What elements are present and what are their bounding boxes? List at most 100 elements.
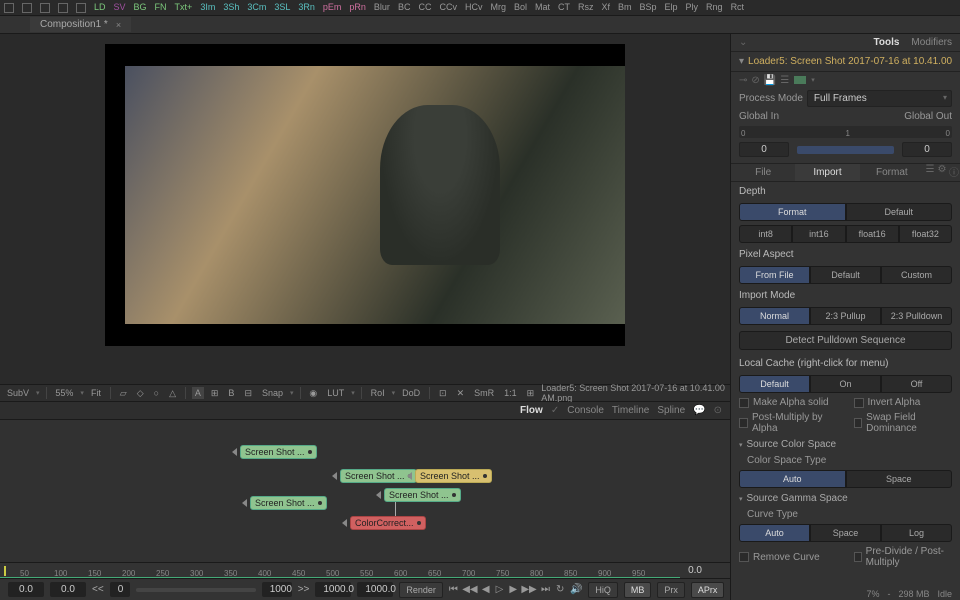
tool-bol[interactable]: Bol xyxy=(514,2,527,12)
pa-custom[interactable]: Custom xyxy=(881,266,952,284)
tool-bg[interactable]: BG xyxy=(134,2,147,12)
node-port[interactable] xyxy=(483,474,487,478)
tool-ply[interactable]: Ply xyxy=(686,2,699,12)
pa-fromfile[interactable]: From File xyxy=(739,266,810,284)
process-mode-select[interactable]: Full Frames xyxy=(807,90,952,107)
remove-curve-check[interactable]: Remove Curve xyxy=(731,544,846,570)
close-icon[interactable]: × xyxy=(116,20,121,30)
out-field[interactable]: 1000.0 xyxy=(315,582,351,597)
ratio-button[interactable]: 1:1 xyxy=(501,387,520,399)
lut-button[interactable]: LUT xyxy=(324,387,347,399)
menu-icon[interactable]: ☰ xyxy=(780,75,789,86)
tool-elp[interactable]: Elp xyxy=(665,2,678,12)
mb-button[interactable]: MB xyxy=(624,582,652,598)
tool-icon[interactable]: ☰ xyxy=(924,164,936,181)
tab-spline[interactable]: Spline xyxy=(657,405,685,416)
tab-tools[interactable]: Tools xyxy=(873,37,899,48)
depth-float32[interactable]: float32 xyxy=(899,225,952,243)
node-port[interactable] xyxy=(318,501,322,505)
cs-auto[interactable]: Auto xyxy=(739,470,846,488)
im-pulldown[interactable]: 2:3 Pulldown xyxy=(881,307,952,325)
subtab-import[interactable]: Import xyxy=(795,164,859,181)
depth-format[interactable]: Format xyxy=(739,203,846,221)
invert-alpha-check[interactable]: Invert Alpha xyxy=(846,395,960,410)
panel-icon[interactable] xyxy=(58,3,68,13)
node-port[interactable] xyxy=(417,521,421,525)
subv-button[interactable]: SubV xyxy=(4,387,32,399)
tool-ld[interactable]: LD xyxy=(94,2,106,12)
depth-int16[interactable]: int16 xyxy=(792,225,845,243)
viewer[interactable] xyxy=(0,34,730,384)
playhead-icon[interactable] xyxy=(4,566,6,576)
hiq-button[interactable]: HiQ xyxy=(588,582,618,598)
depth-int8[interactable]: int8 xyxy=(739,225,792,243)
panel-icon[interactable] xyxy=(40,3,50,13)
info-icon[interactable]: ⓘ xyxy=(948,164,960,181)
range-slider[interactable] xyxy=(136,588,256,592)
predivide-check[interactable]: Pre-Divide / Post-Multiply xyxy=(846,544,960,570)
collapse-icon[interactable]: ⌄ xyxy=(739,37,747,48)
global-range[interactable]: 0 1 0 xyxy=(739,126,952,138)
tool-ct[interactable]: CT xyxy=(558,2,570,12)
snap-button[interactable]: Snap xyxy=(259,387,286,399)
tool-3im[interactable]: 3Im xyxy=(200,2,215,12)
tool-icon[interactable]: ✕ xyxy=(454,387,468,400)
tab-console[interactable]: Console xyxy=(567,405,604,416)
tool-blur[interactable]: Blur xyxy=(374,2,390,12)
prev-icon[interactable]: ◀◀ xyxy=(464,584,476,596)
zoom-value[interactable]: 55% xyxy=(52,387,76,399)
in-field[interactable]: 0.0 xyxy=(8,582,44,597)
tool-rsz[interactable]: Rsz xyxy=(578,2,594,12)
polyline-icon[interactable]: ▱ xyxy=(117,387,130,400)
color-chip[interactable] xyxy=(793,75,807,85)
depth-default[interactable]: Default xyxy=(846,203,953,221)
lc-on[interactable]: On xyxy=(810,375,881,393)
audio-icon[interactable]: 🔊 xyxy=(570,584,582,596)
lock-icon[interactable]: ⊘ xyxy=(751,75,759,86)
g-space[interactable]: Space xyxy=(810,524,881,542)
tool-txt+[interactable]: Txt+ xyxy=(175,2,193,12)
panel-icon[interactable] xyxy=(76,3,86,13)
field[interactable]: 0.0 xyxy=(50,582,86,597)
skip-start-icon[interactable]: ⏮ xyxy=(449,584,458,596)
dod-button[interactable]: DoD xyxy=(399,387,423,399)
detect-pulldown-button[interactable]: Detect Pulldown Sequence xyxy=(739,331,952,350)
pa-default[interactable]: Default xyxy=(810,266,881,284)
play-icon[interactable]: ▶ xyxy=(509,584,517,596)
tool-pem[interactable]: pEm xyxy=(323,2,342,12)
pin-icon[interactable]: ⊸ xyxy=(739,75,747,86)
chat-icon[interactable]: 💬 xyxy=(693,405,705,416)
g-auto[interactable]: Auto xyxy=(739,524,810,542)
smr-button[interactable]: SmR xyxy=(471,387,497,399)
depth-float16[interactable]: float16 xyxy=(846,225,899,243)
flow-node[interactable]: Screen Shot ... xyxy=(340,469,417,483)
tool-sv[interactable]: SV xyxy=(114,2,126,12)
tool-xf[interactable]: Xf xyxy=(601,2,610,12)
tool-bsp[interactable]: BSp xyxy=(640,2,657,12)
tool-icon[interactable]: ⊟ xyxy=(241,387,255,400)
roi-button[interactable]: RoI xyxy=(368,387,388,399)
gear-icon[interactable]: ⚙ xyxy=(936,164,948,181)
tool-icon[interactable]: ⊡ xyxy=(436,387,450,400)
make-alpha-solid-check[interactable]: Make Alpha solid xyxy=(731,395,846,410)
range-start[interactable]: 0 xyxy=(110,582,130,597)
post-multiply-check[interactable]: Post-Multiply by Alpha xyxy=(731,410,846,436)
rewind-button[interactable]: << xyxy=(92,584,104,595)
prx-button[interactable]: Prx xyxy=(657,582,685,598)
tool-ccv[interactable]: CCv xyxy=(439,2,457,12)
flow-node[interactable]: ColorCorrect... xyxy=(350,516,426,530)
loop-icon[interactable]: ↻ xyxy=(556,584,564,596)
tool-3sh[interactable]: 3Sh xyxy=(223,2,239,12)
tool-icon[interactable]: ⊞ xyxy=(524,387,538,400)
im-normal[interactable]: Normal xyxy=(739,307,810,325)
flow-node[interactable]: Screen Shot ... xyxy=(384,488,461,502)
tool-3sl[interactable]: 3SL xyxy=(274,2,290,12)
range-end[interactable]: 1000 xyxy=(262,582,292,597)
skip-end-icon[interactable]: ⏭ xyxy=(541,584,550,596)
node-port[interactable] xyxy=(308,450,312,454)
step-fwd-icon[interactable]: ▶▶ xyxy=(523,584,535,596)
tool-bc[interactable]: BC xyxy=(398,2,411,12)
tool-rng[interactable]: Rng xyxy=(706,2,723,12)
tool-3rn[interactable]: 3Rn xyxy=(298,2,315,12)
tool-hcv[interactable]: HCv xyxy=(465,2,483,12)
